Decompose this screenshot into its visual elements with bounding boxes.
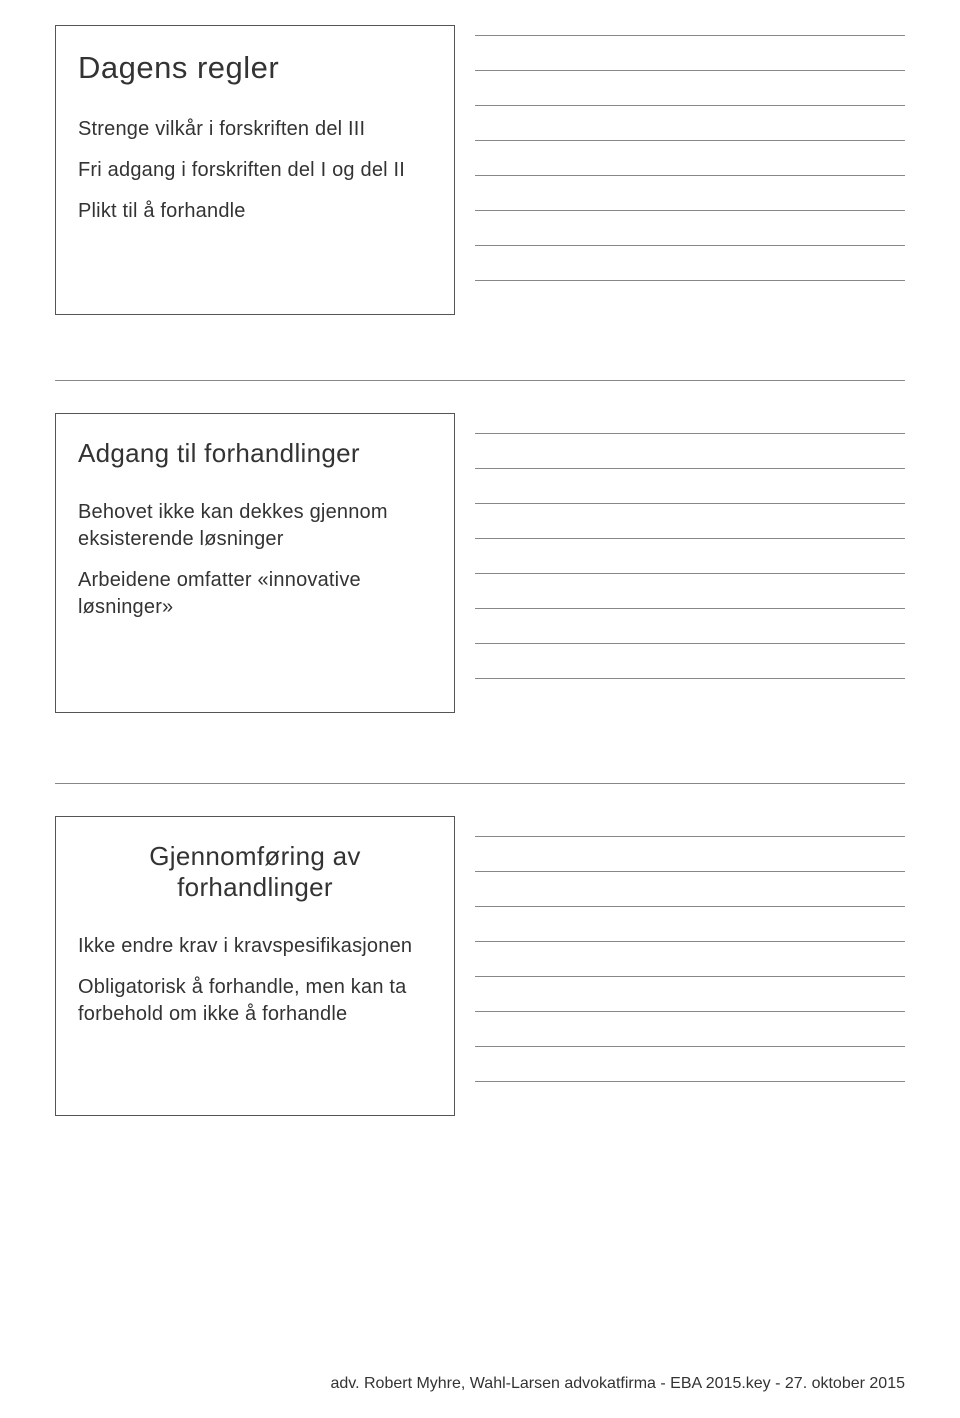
content-box-dagens-regler: Dagens regler Strenge vilkår i forskrift… xyxy=(55,25,455,315)
note-line xyxy=(475,35,905,36)
note-line xyxy=(475,836,905,837)
section2-p1: Behovet ikke kan dekkes gjennom eksister… xyxy=(78,499,432,553)
note-line xyxy=(475,1046,905,1047)
slide-row-1: Dagens regler Strenge vilkår i forskrift… xyxy=(0,0,960,315)
notes-lines-3 xyxy=(475,816,905,1116)
section1-p1: Strenge vilkår i forskriften del III xyxy=(78,116,432,143)
note-line xyxy=(475,433,905,434)
section2-p2: Arbeidene omfatter «innovative løsninger… xyxy=(78,567,432,621)
note-line xyxy=(475,538,905,539)
slide-row-3: Gjennomføring av forhandlinger Ikke endr… xyxy=(0,816,960,1116)
note-line xyxy=(475,70,905,71)
note-line xyxy=(475,573,905,574)
note-line xyxy=(475,1011,905,1012)
footer-text: adv. Robert Myhre, Wahl-Larsen advokatfi… xyxy=(330,1375,905,1393)
notes-lines-1 xyxy=(475,25,905,315)
note-line xyxy=(475,210,905,211)
note-line xyxy=(475,678,905,679)
section1-title: Dagens regler xyxy=(78,50,432,86)
note-line xyxy=(475,941,905,942)
note-line xyxy=(475,608,905,609)
section1-p3: Plikt til å forhandle xyxy=(78,198,432,225)
section3-title: Gjennomføring av forhandlinger xyxy=(78,841,432,903)
note-line xyxy=(475,906,905,907)
notes-lines-2 xyxy=(475,413,905,713)
section-divider xyxy=(55,783,905,784)
section3-p2: Obligatorisk å forhandle, men kan ta for… xyxy=(78,974,432,1028)
note-line xyxy=(475,976,905,977)
section2-title: Adgang til forhandlinger xyxy=(78,438,432,469)
note-line xyxy=(475,1081,905,1082)
section-divider xyxy=(55,380,905,381)
note-line xyxy=(475,280,905,281)
note-line xyxy=(475,105,905,106)
note-line xyxy=(475,643,905,644)
note-line xyxy=(475,468,905,469)
section3-p1: Ikke endre krav i kravspesifikasjonen xyxy=(78,933,432,960)
content-box-adgang: Adgang til forhandlinger Behovet ikke ka… xyxy=(55,413,455,713)
note-line xyxy=(475,140,905,141)
slide-row-2: Adgang til forhandlinger Behovet ikke ka… xyxy=(0,413,960,713)
section1-p2: Fri adgang i forskriften del I og del II xyxy=(78,157,432,184)
note-line xyxy=(475,503,905,504)
note-line xyxy=(475,245,905,246)
note-line xyxy=(475,871,905,872)
note-line xyxy=(475,175,905,176)
content-box-gjennomforing: Gjennomføring av forhandlinger Ikke endr… xyxy=(55,816,455,1116)
